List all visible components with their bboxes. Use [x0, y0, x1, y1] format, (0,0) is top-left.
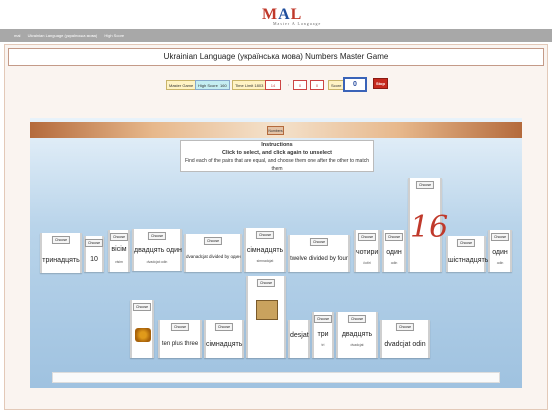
choose-button[interactable]: Choose — [203, 237, 223, 245]
card[interactable]: Choose двадцять dvadcjat — [336, 312, 378, 358]
choose-button[interactable]: Choose — [347, 315, 367, 323]
choose-button[interactable]: Choose — [84, 239, 104, 247]
choose-button[interactable]: Choose — [415, 181, 435, 189]
card[interactable]: Choose twelve divided by four — [288, 235, 350, 272]
card[interactable]: Choose сімнадцять simnadcjat — [244, 228, 286, 272]
card[interactable]: Choose сімнадцять — [204, 320, 244, 358]
high-score-text: High Score — [198, 83, 218, 88]
time-limit-label: Time Limit 1803 — [232, 80, 267, 90]
card-word: вісім — [111, 246, 127, 253]
card[interactable]: Choose — [246, 276, 286, 358]
logo: MAL Master A Language — [262, 6, 320, 26]
choose-button[interactable]: Choose — [214, 323, 234, 331]
card[interactable]: Choose один odin — [382, 230, 406, 272]
time-seconds: 0 — [310, 80, 324, 90]
card-word: один — [386, 249, 402, 256]
choose-button[interactable]: Choose — [170, 323, 190, 331]
card-translit: visim — [115, 260, 123, 264]
high-score-label: High Score 160 — [195, 80, 230, 90]
instructions-line1: Click to select, and click again to unse… — [221, 150, 333, 156]
card[interactable]: Choose шістнадцять — [446, 236, 489, 272]
choose-button[interactable]: Choose — [456, 239, 476, 247]
card[interactable]: Choose один odin — [488, 230, 512, 272]
instructions-title: Instructions — [261, 142, 293, 148]
card[interactable]: Choose 16 — [408, 178, 449, 272]
card[interactable]: Choose dvanadcjat divided by один — [184, 234, 242, 272]
dots-image — [256, 300, 278, 320]
card-word: twelve divided by four — [290, 256, 348, 262]
choose-button[interactable]: Choose — [132, 303, 152, 311]
logo-tagline: Master A Language — [273, 21, 322, 26]
nav-home-link[interactable]: mal — [14, 33, 20, 38]
card[interactable]: Choose чотири čotiri — [354, 230, 380, 272]
card-word: тринадцять — [42, 257, 80, 264]
time-hours: 14 — [265, 80, 281, 90]
choose-button[interactable]: Choose — [384, 233, 404, 241]
card-word: 10 — [90, 256, 98, 263]
card-translit: čotiri — [363, 261, 371, 265]
coins-image — [135, 328, 151, 342]
instructions-line2: Find each of the pairs that are equal, a… — [184, 158, 369, 172]
card-word: dvadcjat odin — [384, 341, 426, 348]
card-translit: odin — [496, 261, 504, 265]
card-word: три — [317, 331, 329, 338]
instructions-box: Instructions Click to select, and click … — [180, 140, 374, 172]
card[interactable]: desjat — [288, 320, 310, 358]
card-word: шістнадцять — [448, 257, 489, 264]
card-word: чотири — [356, 249, 379, 256]
card-translit: tri — [321, 343, 325, 347]
stop-button[interactable]: Stop — [373, 78, 388, 89]
choose-button[interactable]: Choose — [255, 231, 275, 239]
card-word: двадцять один — [134, 247, 182, 254]
choose-button[interactable]: Choose — [309, 238, 329, 246]
card[interactable]: Choose двадцять один dvadcjat odin — [132, 229, 182, 271]
card-word: ten plus three — [161, 341, 199, 347]
high-score-value: 160 — [220, 83, 227, 88]
card-translit: dvadcjat odin — [146, 260, 168, 264]
choose-button[interactable]: Choose — [147, 232, 167, 240]
card-word: двадцять — [341, 331, 373, 338]
time-sep-1: : — [288, 82, 290, 87]
card[interactable]: Choose — [130, 300, 154, 358]
page-title: Ukrainian Language (українська мова) Num… — [8, 48, 544, 66]
choose-button[interactable]: Choose — [256, 279, 276, 287]
choose-button[interactable]: Choose — [109, 233, 129, 241]
choose-button[interactable]: Choose — [490, 233, 510, 241]
card-word: dvanadcjat divided by один — [186, 254, 241, 259]
time-minutes: 0 — [293, 80, 307, 90]
card[interactable]: Choose dvadcjat odin — [380, 320, 430, 358]
bottom-bar — [52, 372, 500, 383]
choose-button[interactable]: Choose — [51, 236, 71, 244]
card[interactable]: Choose тринадцять — [40, 233, 82, 273]
card-translit: odin — [390, 261, 398, 265]
card[interactable]: Choose три tri — [312, 312, 334, 358]
card[interactable]: Choose вісім visim — [108, 230, 130, 272]
card[interactable]: Choose 10 — [84, 236, 104, 272]
card-word: сімнадцять — [206, 341, 243, 348]
choose-button[interactable]: Choose — [357, 233, 377, 241]
card-word: сімнадцять — [246, 247, 284, 254]
numbers-button[interactable]: Numbers — [267, 126, 284, 135]
master-game-label: Master Game — [166, 80, 197, 90]
nav-language-link[interactable]: Ukrainian Language (українська мова) — [28, 33, 98, 38]
choose-button[interactable]: Choose — [395, 323, 415, 331]
score-value: 0 — [343, 77, 367, 92]
score-label: Score — [328, 80, 345, 90]
card-word: один — [492, 249, 508, 256]
card-word: desjat — [290, 332, 309, 339]
card-translit: simnadcjat — [256, 259, 274, 263]
card[interactable]: Choose ten plus three — [158, 320, 202, 358]
choose-button[interactable]: Choose — [313, 315, 333, 323]
card-translit: dvadcjat — [350, 343, 364, 347]
card-number-image: 16 — [410, 210, 449, 245]
nav-highscore-link[interactable]: High Score — [104, 33, 124, 38]
navbar: mal Ukrainian Language (українська мова)… — [0, 29, 552, 42]
